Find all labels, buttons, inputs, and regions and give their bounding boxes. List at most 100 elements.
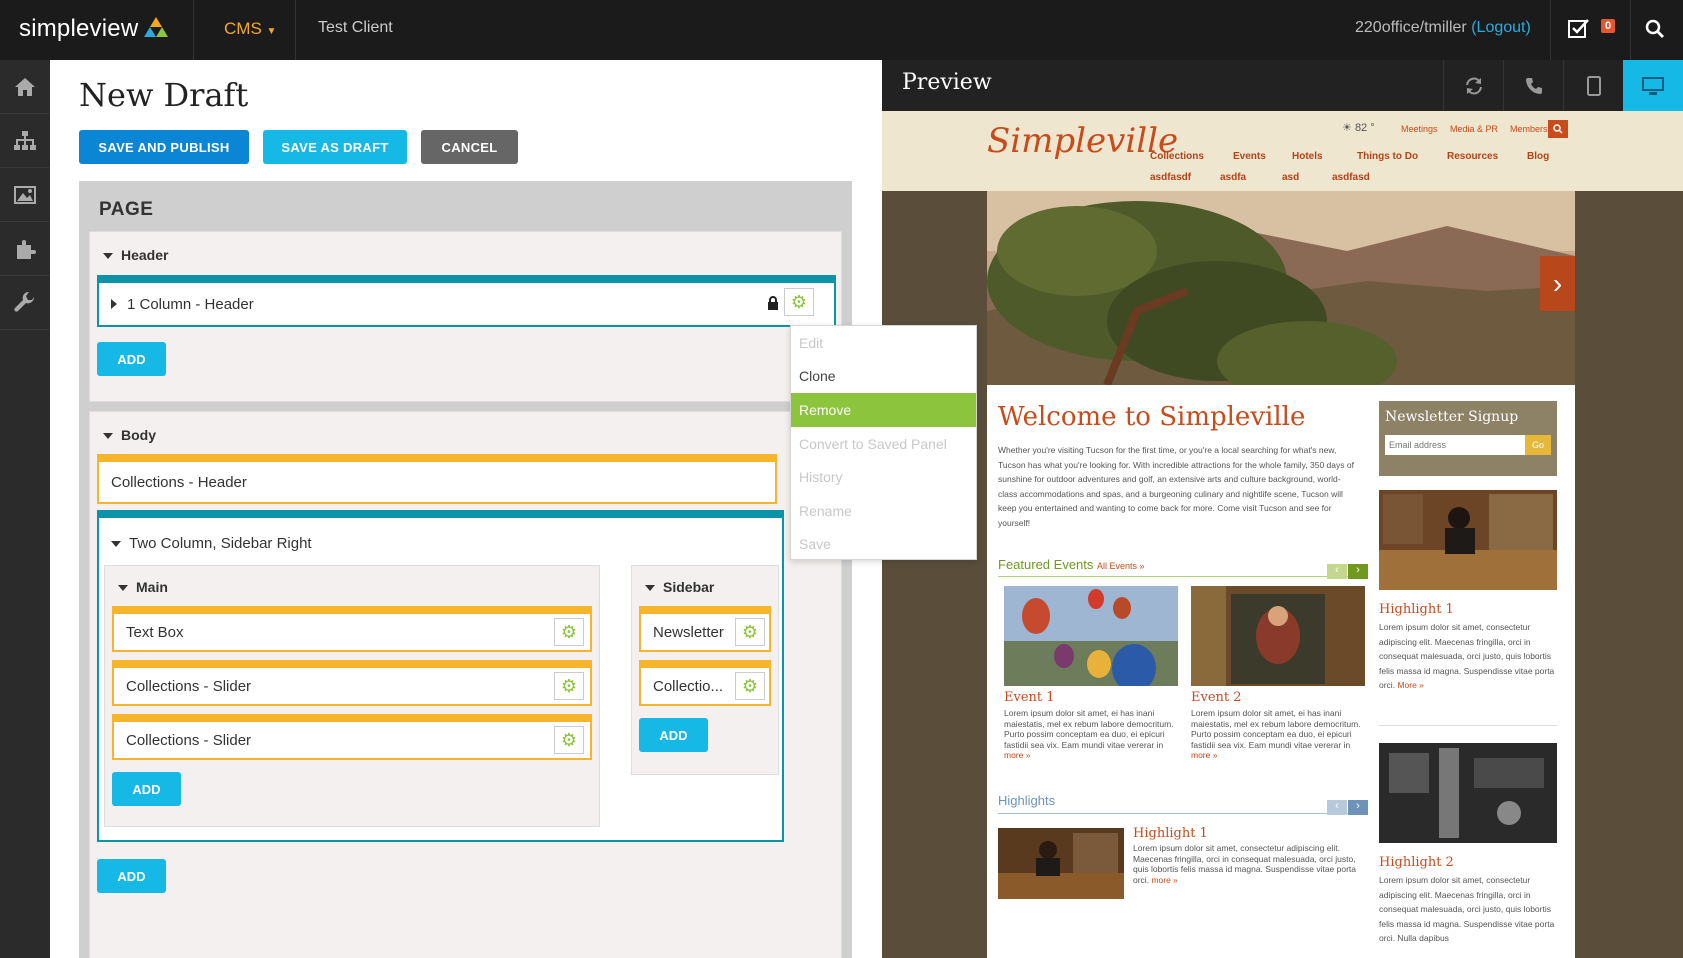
home-icon <box>15 77 35 96</box>
sidebar-column-toggle[interactable]: Sidebar <box>645 579 714 595</box>
site-nav-hotels[interactable]: Hotels <box>1292 151 1323 162</box>
nav-settings[interactable] <box>0 276 50 330</box>
highlight-1-title[interactable]: Highlight 1 <box>1133 826 1208 841</box>
row-collections-header[interactable]: Collections - Header <box>97 454 777 504</box>
side-highlight-1-title[interactable]: Highlight 1 <box>1379 602 1454 617</box>
site-nav2-item[interactable]: asdfasd <box>1332 172 1370 183</box>
side-highlight-1-more-link[interactable]: More » <box>1397 680 1423 690</box>
event-1-title[interactable]: Event 1 <box>1004 690 1055 705</box>
tasks-icon[interactable] <box>1568 18 1590 40</box>
side-highlight-2-text: Lorem ipsum dolor sit amet, consectetur … <box>1379 875 1555 944</box>
menu-item-clone[interactable]: Clone <box>791 360 976 394</box>
gear-settings-button[interactable]: ⚙ <box>784 288 814 316</box>
row-label: Newsletter <box>653 623 724 641</box>
site-nav2-item[interactable]: asdfasdf <box>1150 172 1191 183</box>
highlights-next-button[interactable]: › <box>1348 800 1368 815</box>
site-nav2-item[interactable]: asd <box>1282 172 1299 183</box>
header-section: Header 1 Column - Header ⚙ ADD <box>89 231 842 402</box>
search-icon[interactable] <box>1645 19 1665 39</box>
highlights-prev-button[interactable]: ‹ <box>1327 800 1347 815</box>
event-2-more-link[interactable]: more » <box>1191 750 1217 760</box>
event-2-title[interactable]: Event 2 <box>1191 690 1242 705</box>
gear-settings-button[interactable]: ⚙ <box>554 726 584 754</box>
phone-view-button[interactable] <box>1503 60 1563 111</box>
site-search-button[interactable] <box>1548 120 1568 138</box>
nav-home[interactable] <box>0 60 50 114</box>
top-link-media[interactable]: Media & PR <box>1450 124 1498 134</box>
brand-logo[interactable]: simpleview <box>19 15 138 43</box>
preview-panel: Preview Simpleville ☀ 82 ° Meetings Medi… <box>882 60 1683 958</box>
user-info: 220office/tmiller (Logout) <box>1355 19 1531 37</box>
row-collections-slider[interactable]: Collections - Slider ⚙ <box>112 660 592 706</box>
chevron-right-icon: › <box>1356 564 1360 576</box>
site-nav2-item[interactable]: asdfa <box>1220 172 1246 183</box>
event-2-image[interactable] <box>1191 586 1365 686</box>
row-1-column-header[interactable]: 1 Column - Header ⚙ <box>97 275 836 327</box>
desktop-view-button[interactable] <box>1623 60 1683 111</box>
gear-settings-button[interactable]: ⚙ <box>735 618 765 646</box>
menu-item-history: History <box>799 469 843 486</box>
save-as-draft-button[interactable]: SAVE AS DRAFT <box>263 130 407 164</box>
events-prev-button[interactable]: ‹ <box>1327 564 1347 579</box>
top-link-meetings[interactable]: Meetings <box>1401 124 1438 134</box>
gear-icon: ⚙ <box>560 675 578 696</box>
site-nav-events[interactable]: Events <box>1233 151 1266 162</box>
cms-menu[interactable]: CMS ▼ <box>224 19 276 39</box>
main-column: Main Text Box ⚙ Collections - Slider ⚙ C… <box>104 565 600 827</box>
main-column-toggle[interactable]: Main <box>118 579 168 595</box>
row-newsletter[interactable]: Newsletter ⚙ <box>639 606 771 652</box>
row-two-column-sidebar-right[interactable]: Two Column, Sidebar Right Main Text Box … <box>97 510 784 842</box>
gear-settings-button[interactable]: ⚙ <box>554 672 584 700</box>
menu-item-rename: Rename <box>799 502 852 519</box>
highlight-1-more-link[interactable]: more » <box>1151 875 1177 885</box>
header-section-toggle[interactable]: Header <box>103 247 168 263</box>
row-text-box[interactable]: Text Box ⚙ <box>112 606 592 652</box>
top-link-members[interactable]: Members <box>1510 124 1548 134</box>
event-1-image[interactable] <box>1004 586 1178 686</box>
newsletter-email-input[interactable] <box>1385 435 1525 455</box>
save-and-publish-button[interactable]: SAVE AND PUBLISH <box>79 130 249 164</box>
site-nav-collections[interactable]: Collections <box>1150 151 1204 162</box>
side-highlight-1-text: Lorem ipsum dolor sit amet, consectetur … <box>1379 622 1555 691</box>
add-header-row-button[interactable]: ADD <box>97 342 166 376</box>
events-next-button[interactable]: › <box>1348 564 1368 579</box>
body-section-toggle[interactable]: Body <box>103 427 156 443</box>
nav-plugins[interactable] <box>0 222 50 276</box>
row-label: Text Box <box>126 623 184 641</box>
newsletter-box: Newsletter Signup Go <box>1379 401 1557 476</box>
puzzle-icon <box>17 239 36 259</box>
gear-settings-button[interactable]: ⚙ <box>554 618 584 646</box>
image-icon <box>14 185 36 204</box>
site-nav-blog[interactable]: Blog <box>1527 151 1549 162</box>
two-column-toggle[interactable]: Two Column, Sidebar Right <box>111 535 312 552</box>
side-highlight-2-title[interactable]: Highlight 2 <box>1379 855 1454 870</box>
tablet-view-button[interactable] <box>1563 60 1623 111</box>
row-collections-slider[interactable]: Collections - Slider ⚙ <box>112 714 592 760</box>
nav-sitemap[interactable] <box>0 114 50 168</box>
refresh-button[interactable] <box>1443 60 1503 111</box>
add-sidebar-row-button[interactable]: ADD <box>639 718 708 752</box>
side-highlight-1-image[interactable] <box>1379 490 1557 590</box>
add-body-row-button[interactable]: ADD <box>97 859 166 893</box>
refresh-icon <box>1465 77 1482 94</box>
nav-media[interactable] <box>0 168 50 222</box>
chevron-left-icon: ‹ <box>1335 564 1339 576</box>
all-events-link[interactable]: All Events » <box>1097 561 1145 571</box>
event-1-more-link[interactable]: more » <box>1004 750 1030 760</box>
hero-next-arrow[interactable]: › <box>1540 256 1575 311</box>
newsletter-go-button[interactable]: Go <box>1525 435 1551 455</box>
add-main-row-button[interactable]: ADD <box>112 772 181 806</box>
sun-icon: ☀ <box>1342 122 1352 134</box>
client-name[interactable]: Test Client <box>318 19 393 37</box>
gear-settings-button[interactable]: ⚙ <box>735 672 765 700</box>
side-highlight-2-image[interactable] <box>1379 743 1557 843</box>
menu-item-remove[interactable]: Remove <box>791 393 976 427</box>
intro-text: Whether you're visiting Tucson for the f… <box>998 445 1354 528</box>
highlight-1-image[interactable] <box>998 828 1124 899</box>
site-nav-resources[interactable]: Resources <box>1447 151 1498 162</box>
caret-down-icon <box>118 585 128 592</box>
row-collections[interactable]: Collectio... ⚙ <box>639 660 771 706</box>
cancel-button[interactable]: CANCEL <box>421 130 518 164</box>
logout-link[interactable]: (Logout) <box>1471 19 1531 36</box>
site-nav-things-to-do[interactable]: Things to Do <box>1357 151 1418 162</box>
